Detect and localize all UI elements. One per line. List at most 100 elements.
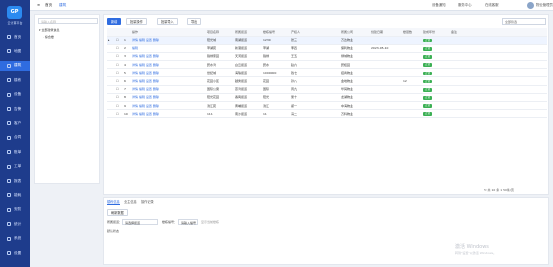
notice-link[interactable]: 设备通知 — [432, 2, 446, 9]
cell-checkbox[interactable]: ☐ — [115, 93, 123, 103]
cell-status: 正常 — [422, 85, 450, 94]
service-link[interactable]: 服务中心 — [458, 2, 472, 9]
table-row[interactable]: ☐ 10 详情 编辑 设置 删除 111 南沙街道 11 冯二 万科物业 正常 — [107, 109, 547, 119]
column-header[interactable]: 所属街道 — [234, 28, 262, 37]
cell-checkbox[interactable]: ☐ — [115, 109, 123, 119]
cell-marker — [107, 60, 115, 70]
sidebar-item-3[interactable]: 楼栋 — [0, 75, 30, 85]
cell-ops[interactable]: 详情 编辑 设置 删除 — [131, 52, 206, 62]
table-row[interactable]: ☐ 2 编辑 翠湖苑 新港街道 翠湖 李四 保利物业 2023-05-10 正常 — [107, 44, 547, 53]
sidebar-item-5[interactable]: 告警 — [0, 104, 30, 114]
column-header[interactable]: 建成年份 — [422, 28, 450, 37]
tree-node-root[interactable]: ▾ 全部建筑信息 — [39, 28, 59, 32]
sidebar-item-icon — [7, 207, 11, 212]
cell-checkbox[interactable]: ☐ — [115, 52, 123, 62]
pager-size[interactable]: 50条/页 — [503, 188, 514, 192]
status-badge: 正常 — [423, 96, 433, 100]
show-current-checkbox[interactable]: 显示当前楼栋 — [201, 220, 219, 224]
sidebar-item-15[interactable]: 设置 — [0, 248, 30, 258]
import-button[interactable]: 批量导入 — [157, 18, 178, 25]
cell-name: 碧水湾 — [206, 60, 234, 70]
cell-floors — [402, 85, 422, 94]
sidebar-item-1[interactable]: 地图 — [0, 46, 30, 56]
cell-ops[interactable]: 详情 编辑 设置 删除 — [131, 109, 206, 119]
cell-status: 正常 — [422, 93, 450, 103]
sidebar-item-0[interactable]: 首页 — [0, 32, 30, 42]
cell-checkbox[interactable]: ☐ — [115, 76, 123, 86]
status-label: 默认状态 — [107, 229, 120, 233]
sidebar-item-10[interactable]: 报表 — [0, 176, 30, 186]
cell-year — [450, 101, 547, 111]
cell-ops[interactable]: 详情 编辑 设置 删除 — [131, 101, 206, 111]
sidebar-item-8[interactable]: 账单 — [0, 147, 30, 157]
cell-owner: 李四 — [290, 44, 340, 53]
tree-node-child[interactable]: · 综合楼 — [43, 35, 54, 39]
column-header[interactable]: 所属公司 — [340, 28, 370, 37]
table-row[interactable]: ▸ ☐ 1 详情 编辑 设置 删除 阳光城 南湖街道 1230 张三 万达物业 正常 — [107, 36, 547, 45]
cell-year — [450, 85, 547, 94]
status-badge: 正常 — [423, 104, 433, 108]
table-row[interactable]: ☐ 4 详情 编辑 设置 删除 碧水湾 白云街道 碧水 赵六 碧桂园 正常 — [107, 60, 547, 70]
filter-select[interactable]: 全部筛选 — [502, 18, 546, 25]
tab-home[interactable]: 首页 — [42, 2, 55, 9]
sidebar-item-9[interactable]: 工单 — [0, 162, 30, 172]
cell-checkbox[interactable]: ☐ — [115, 85, 123, 94]
code-input[interactable]: 请输入编号 — [178, 219, 198, 225]
table-row[interactable]: ☐ 7 详情 编辑 设置 删除 国际公寓 荔湾街道 国际 周九 华润物业 正常 — [107, 85, 547, 94]
column-header[interactable]: 项目名称 — [206, 28, 234, 37]
column-header[interactable]: 楼栋编号 — [262, 28, 290, 37]
tree-search-input[interactable]: 请输入名称 — [38, 18, 98, 24]
export-button[interactable]: 导出 — [187, 18, 202, 25]
cell-checkbox[interactable]: ☐ — [115, 68, 123, 78]
cell-ops[interactable]: 详情 编辑 设置 删除 — [131, 76, 206, 86]
tab-operation-log[interactable]: 操作记录 — [141, 199, 154, 205]
column-header[interactable]: 产权人 — [290, 28, 340, 37]
sidebar-item-12[interactable]: 安防 — [0, 205, 30, 215]
tab-building-info[interactable]: 楼栋信息 — [107, 199, 120, 205]
street-select[interactable]: 请选择街道 — [122, 219, 158, 225]
cell-index: 1 — [123, 36, 131, 45]
sidebar-item-7[interactable]: 合同 — [0, 133, 30, 143]
cell-checkbox[interactable]: ☐ — [115, 60, 123, 70]
table-row[interactable]: ☐ 6 详情 编辑 设置 删除 花园小区 越秀街道 花园 孙八 金地物业 12 正常 — [107, 76, 547, 86]
column-header[interactable]: 备注 — [450, 28, 547, 37]
cell-checkbox[interactable]: ☐ — [115, 36, 123, 45]
cell-checkbox[interactable]: ☐ — [115, 44, 123, 53]
cell-ops[interactable]: 编辑 — [131, 44, 206, 53]
sidebar-item-13[interactable]: 统计 — [0, 219, 30, 229]
column-header[interactable] — [123, 28, 131, 37]
column-header[interactable]: 创建日期 — [370, 28, 402, 37]
cell-ops[interactable]: 详情 编辑 设置 删除 — [131, 68, 206, 78]
tab-building[interactable]: 建筑 — [56, 2, 69, 9]
batch-button[interactable]: 批量操作 — [126, 18, 147, 25]
cell-ops[interactable]: 详情 编辑 设置 删除 — [131, 85, 206, 94]
pager-page[interactable]: 1 — [500, 188, 502, 192]
table-row[interactable]: ☐ 8 详情 编辑 设置 删除 阳光花园 番禺街道 阳光 吴十 龙湖物业 正常 — [107, 93, 547, 103]
tab-owner-info[interactable]: 业主信息 — [124, 199, 137, 205]
sidebar-item-4[interactable]: 设备 — [0, 90, 30, 100]
column-header[interactable]: 操作 — [131, 28, 206, 37]
cell-status: 正常 — [422, 36, 450, 45]
sidebar-item-11[interactable]: 能耗 — [0, 190, 30, 200]
sidebar-item-6[interactable]: 客户 — [0, 118, 30, 128]
table-row[interactable]: ☐ 9 详情 编辑 设置 删除 滨江苑 黄埔街道 滨江 郑一 中海物业 正常 — [107, 101, 547, 111]
cell-ops[interactable]: 详情 编辑 设置 删除 — [131, 60, 206, 70]
sidebar-item-14[interactable]: 系统 — [0, 234, 30, 244]
sidebar-item-2[interactable]: 建筑 — [0, 60, 30, 71]
cell-ops[interactable]: 详情 编辑 设置 删除 — [131, 93, 206, 103]
sidebar-item-icon — [7, 35, 11, 39]
cell-code: 滨江 — [262, 101, 290, 111]
support-link[interactable]: 在线客服 — [485, 2, 499, 9]
cell-code: 阳光 — [262, 93, 290, 103]
cell-checkbox[interactable]: ☐ — [115, 101, 123, 111]
column-header[interactable] — [107, 28, 115, 37]
refresh-button[interactable]: 刷新数据 — [107, 209, 128, 216]
cell-ops[interactable]: 详情 编辑 设置 删除 — [131, 36, 206, 45]
column-header[interactable] — [115, 28, 123, 37]
column-header[interactable]: 楼层数 — [402, 28, 422, 37]
new-button[interactable]: 新增 — [107, 18, 122, 25]
table-row[interactable]: ☐ 5 详情 编辑 设置 删除 世纪城 海珠街道 1000000 钱七 招商物业 正常 — [107, 68, 547, 78]
table-row[interactable]: ☐ 3 详情 编辑 设置 删除 锦绣家园 天河街道 锦绣 王五 绿城物业 正常 — [107, 52, 547, 62]
user-name[interactable]: 物业管理员 — [536, 2, 553, 9]
avatar[interactable] — [527, 2, 534, 9]
